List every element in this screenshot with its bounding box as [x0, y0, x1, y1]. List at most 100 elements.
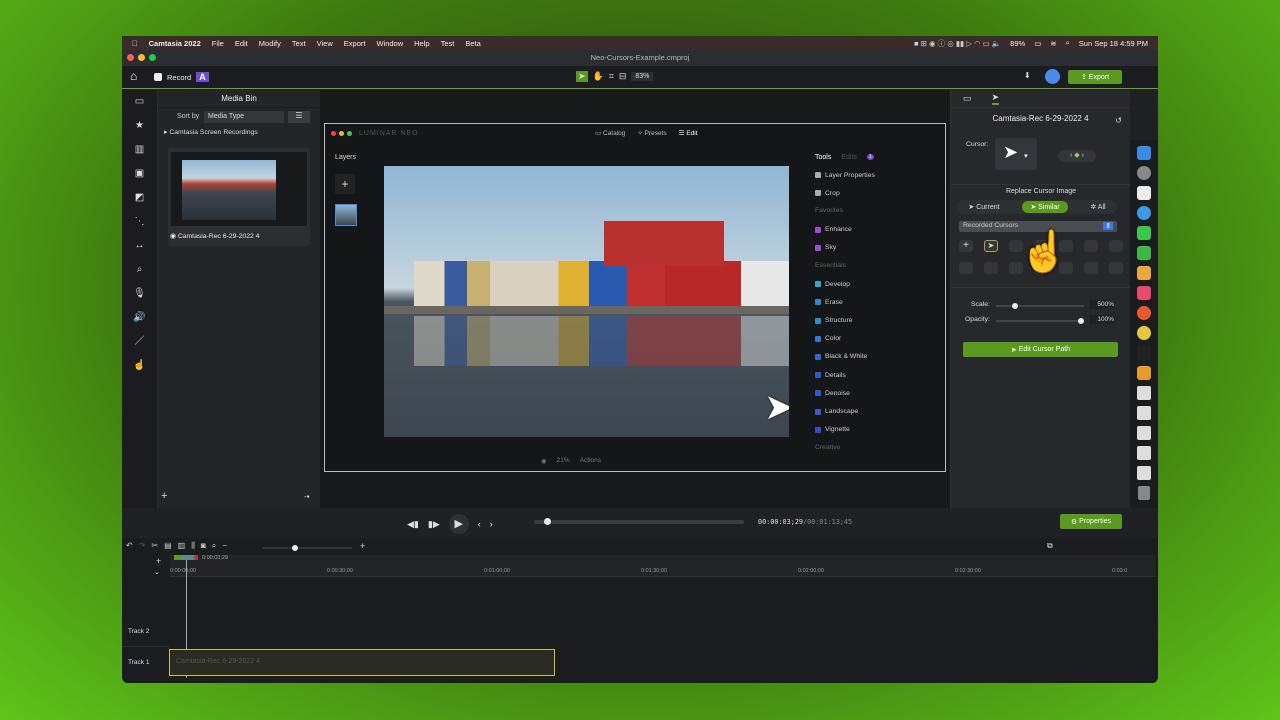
properties-button[interactable]: ⚙ Properties [1060, 514, 1122, 529]
tools-tab[interactable]: Tools [815, 154, 831, 161]
menu-edit[interactable]: Edit [235, 39, 248, 48]
app-icon[interactable] [1137, 306, 1151, 320]
finder-icon[interactable] [1137, 146, 1151, 160]
visual-effects-icon[interactable]: ／ [122, 330, 157, 354]
copy-icon[interactable]: ▤ [164, 541, 172, 551]
datetime[interactable]: Sun Sep 18 4:59 PM [1079, 39, 1148, 48]
pan-tool-icon[interactable]: ✋ [593, 71, 604, 82]
tool-landscape[interactable]: Landscape [815, 402, 935, 420]
zoom-out-icon[interactable]: − [222, 541, 227, 551]
tab-edit[interactable]: ☰ Edit [679, 129, 698, 137]
actions-menu[interactable]: Actions [580, 457, 601, 465]
add-layer-icon[interactable]: + [335, 174, 355, 194]
undo-icon[interactable]: ↶ [126, 541, 133, 551]
menu-file[interactable]: File [212, 39, 224, 48]
minimize-button[interactable] [138, 54, 145, 61]
document-icon[interactable] [1137, 426, 1151, 440]
zoom-button[interactable] [149, 54, 156, 61]
option-all[interactable]: ✲ All [1090, 203, 1105, 211]
menu-window[interactable]: Window [376, 39, 403, 48]
tool-develop[interactable]: Develop [815, 275, 935, 293]
previous-icon[interactable]: ‹ [478, 519, 481, 529]
menu-test[interactable]: Test [441, 39, 455, 48]
canvas[interactable]: LUMINAR NEO ▭ Catalog ✧ Presets ☰ Edit L… [320, 90, 950, 508]
add-track-icon[interactable]: + [156, 556, 161, 566]
redo-icon[interactable]: ↷ [139, 541, 146, 551]
detach-icon[interactable]: ⧉ [1047, 541, 1053, 551]
notes-icon[interactable] [1137, 186, 1151, 200]
audio-icon[interactable]: 🎙 [122, 282, 157, 306]
edit-cursor-path-button[interactable]: ➤ Edit Cursor Path [963, 342, 1118, 357]
settings-icon[interactable] [1137, 166, 1151, 180]
zoom-icon[interactable]: ⌕ [212, 541, 216, 551]
playback-scrubber[interactable] [534, 518, 744, 525]
tool-vignette[interactable]: Vignette [815, 421, 935, 439]
timeline-ruler[interactable]: 0:00:03;29 0:00:00;00 0:00:30;00 0:01:00;0… [170, 555, 1156, 577]
crop-tool-icon[interactable]: ⌗ [609, 71, 614, 82]
interactivity-icon[interactable]: ☝ [122, 354, 157, 378]
cursor-properties-icon[interactable]: ➤ [991, 92, 1000, 105]
cut-icon[interactable]: ✂ [151, 541, 158, 551]
collapse-icon[interactable]: ⌄ [154, 568, 160, 576]
menu-app-name[interactable]: Camtasia 2022 [149, 39, 201, 48]
app-icon[interactable] [1137, 366, 1151, 380]
home-icon[interactable]: ⌂ [130, 69, 137, 83]
next-icon[interactable]: › [490, 519, 493, 529]
option-current[interactable]: ➤ Current [968, 203, 999, 211]
behaviors-icon[interactable]: ◩ [122, 186, 157, 210]
tool-structure[interactable]: Structure [815, 312, 935, 330]
tool-color[interactable]: Color [815, 330, 935, 348]
layer-thumbnail[interactable] [335, 204, 357, 226]
opacity-value[interactable]: 100% [1089, 315, 1115, 324]
assets-icon[interactable]: A [196, 72, 209, 82]
document-icon[interactable] [1137, 466, 1151, 480]
tool-enhance[interactable]: Enhance [815, 221, 935, 239]
fit-icon[interactable]: ⊟ [619, 71, 627, 82]
close-button[interactable] [127, 54, 134, 61]
media-icon[interactable]: ▭ [122, 90, 157, 114]
paste-icon[interactable]: ▥ [178, 541, 186, 551]
sort-select[interactable]: Media Type [204, 111, 284, 123]
snapshot-icon[interactable]: ◙ [201, 541, 206, 551]
scrubber-handle[interactable] [544, 518, 552, 525]
scale-slider-handle[interactable] [1012, 303, 1019, 309]
reset-icon[interactable]: ↺ [1115, 116, 1122, 125]
media-clip[interactable]: ◉ Camtasia-Rec 6-29-2022 4 [168, 148, 310, 246]
tool-black-white[interactable]: Black & White [815, 348, 935, 366]
option-similar[interactable]: ➤ Similar [1022, 201, 1068, 213]
spotlight-icon[interactable]: ⌕ [1066, 38, 1070, 48]
add-media-icon[interactable]: + [161, 490, 167, 502]
menu-export[interactable]: Export [344, 39, 366, 48]
cursor-effects-icon[interactable]: ↔ [122, 234, 157, 258]
cursor-select[interactable]: ➤ ▾ [995, 138, 1037, 170]
visual-properties-icon[interactable]: ▭ [963, 93, 972, 104]
zoom-select[interactable]: 83% [631, 72, 654, 81]
zoom-in-icon[interactable]: + [360, 541, 365, 551]
status-icons[interactable]: ■ ⊞ ◉ ⓘ ◎ ▮▮ ▷ ◠ ▭ 🔈 [914, 38, 1001, 49]
transitions-icon[interactable]: ▣ [122, 162, 157, 186]
eye-icon[interactable]: ◉ [541, 457, 547, 465]
download-icon[interactable]: ⬇ [1024, 71, 1031, 80]
audio-effects-icon[interactable]: 🔊 [122, 306, 157, 330]
timeline-clip[interactable]: Camtasia-Rec 6-29-2022 4 [169, 649, 555, 676]
record-button[interactable]: Record A [154, 72, 209, 82]
apple-icon[interactable]:  [132, 39, 138, 48]
animations-icon[interactable]: ⋱ [122, 210, 157, 234]
export-button[interactable]: ⇪ Export [1068, 70, 1122, 84]
voice-narration-icon[interactable]: ⌕ [122, 258, 157, 282]
opacity-slider-handle[interactable] [1078, 318, 1084, 324]
media-group[interactable]: ▸ Camtasia Screen Recordings [164, 128, 258, 136]
tool-details[interactable]: Details [815, 366, 935, 384]
menu-text[interactable]: Text [292, 39, 306, 48]
tab-catalog[interactable]: ▭ Catalog [595, 129, 625, 137]
step-back-icon[interactable]: ◀▮ [407, 519, 419, 530]
terminal-icon[interactable] [1137, 346, 1151, 360]
step-forward-icon[interactable]: ▮▶ [428, 519, 440, 530]
menu-view[interactable]: View [317, 39, 333, 48]
keyframe-nav[interactable]: ‹ ◆ › [1058, 150, 1096, 162]
timeline-zoom-slider[interactable] [262, 545, 352, 551]
edits-tab[interactable]: Edits [841, 154, 857, 161]
library-icon[interactable]: ★ [122, 114, 157, 138]
cursor-grid[interactable]: + ➤ ☝ [959, 230, 1124, 280]
opacity-slider[interactable] [996, 318, 1084, 324]
